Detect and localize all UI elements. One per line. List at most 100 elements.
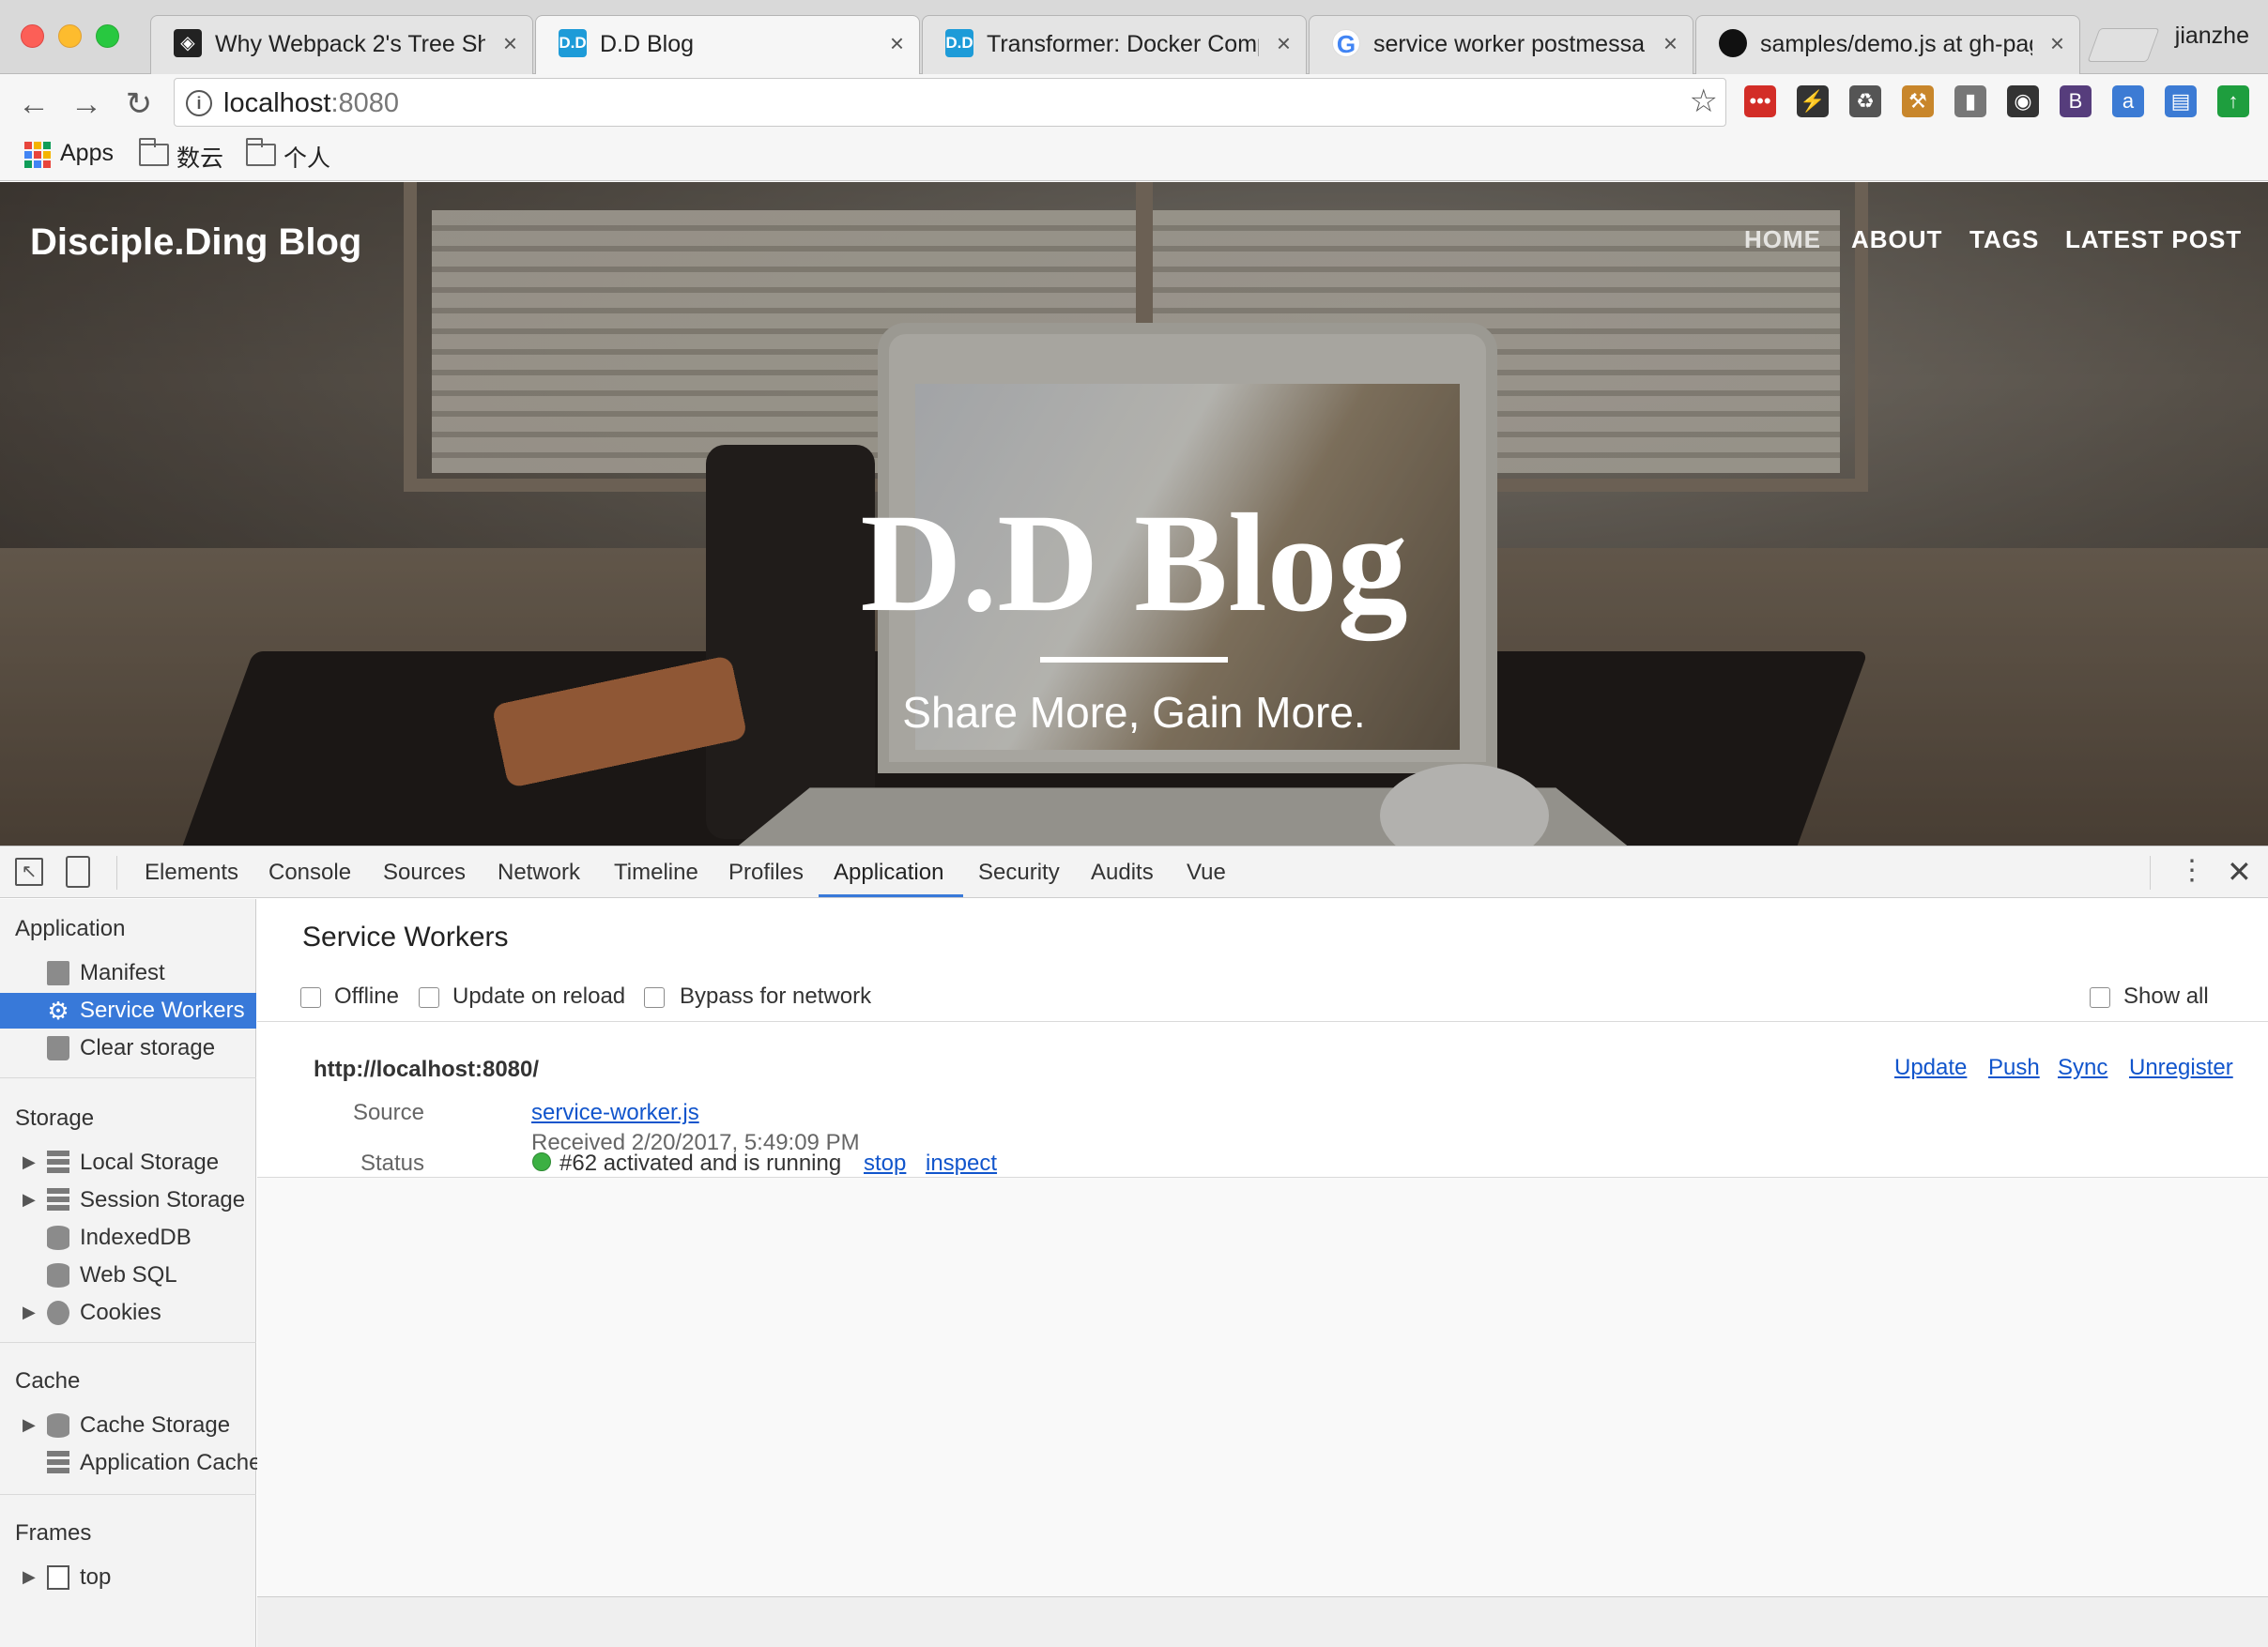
expand-arrow-icon[interactable]: ▶ [23, 1190, 36, 1210]
sidebar-item-cookies[interactable]: ▶ Cookies [0, 1295, 256, 1331]
sidebar-item-manifest[interactable]: Manifest [0, 955, 256, 991]
browser-tab[interactable]: ◈ Why Webpack 2's Tree Sha × [150, 15, 533, 74]
sync-link[interactable]: Sync [2058, 1055, 2107, 1081]
tab-sources[interactable]: Sources [383, 860, 466, 886]
hero-subtitle: Share More, Gain More. [902, 688, 1366, 737]
mask-icon[interactable]: ◉ [2007, 85, 2039, 117]
bypass-for-network-label: Bypass for network [680, 984, 872, 1009]
forward-arrow-icon[interactable]: → [66, 84, 107, 125]
nav-about-link[interactable]: ABOUT [1851, 225, 1942, 254]
reload-icon[interactable]: ↻ [118, 84, 160, 125]
expand-arrow-icon[interactable]: ▶ [23, 1303, 36, 1322]
tab-network[interactable]: Network [498, 860, 580, 886]
minimize-window-button[interactable] [58, 24, 82, 48]
sidebar-divider [0, 1342, 256, 1343]
device-toolbar-icon[interactable] [66, 856, 90, 888]
service-workers-pane: Service Workers Offline Update on reload… [257, 899, 2268, 1647]
nav-home-link[interactable]: HOME [1744, 225, 1821, 254]
bookmark-folder[interactable]: 个人 [284, 140, 330, 174]
expand-arrow-icon[interactable]: ▶ [23, 1152, 36, 1172]
browser-tab[interactable]: D.D Transformer: Docker Comp × [922, 15, 1307, 74]
sidebar-divider [0, 1077, 256, 1078]
tab-close-icon[interactable]: × [503, 29, 517, 58]
upload-icon[interactable]: ↑ [2217, 85, 2249, 117]
inspect-element-icon[interactable]: ↖ [15, 858, 43, 886]
recycle-icon[interactable]: ♻ [1849, 85, 1881, 117]
webpack-icon: ◈ [174, 29, 202, 57]
sidebar-item-indexeddb[interactable]: IndexedDB [0, 1220, 256, 1256]
info-icon[interactable]: i [186, 90, 212, 116]
unregister-link[interactable]: Unregister [2129, 1055, 2233, 1081]
browser-toolbar: ← → ↻ i localhost:8080 ☆ ••• ⚡ ♻ ⚒ ▮ ◉ Ba ▤ ↑ [0, 74, 2268, 132]
table-icon [47, 1451, 69, 1475]
hammer-icon[interactable]: ⚒ [1902, 85, 1934, 117]
devtools-tab-bar: ↖ Elements Console Sources Network Timeline P… [0, 846, 2268, 898]
more-options-icon[interactable]: ⋮ [2178, 854, 2206, 887]
tab-close-icon[interactable]: × [890, 29, 904, 58]
nav-tags-link[interactable]: TAGS [1969, 225, 2039, 254]
profile-name[interactable]: jianzhe [2175, 23, 2249, 50]
tab-elements[interactable]: Elements [145, 860, 238, 886]
nav-latest-post-link[interactable]: LATEST POST [2065, 225, 2242, 254]
table-icon [47, 1188, 69, 1212]
folder-icon [139, 138, 169, 166]
show-all-checkbox[interactable] [2090, 987, 2110, 1008]
database-icon [47, 1263, 69, 1288]
lightning-icon[interactable]: ⚡ [1797, 85, 1829, 117]
bootstrap-icon[interactable]: B [2060, 85, 2092, 117]
push-link[interactable]: Push [1988, 1055, 2040, 1081]
sidebar-item-label: Manifest [80, 960, 165, 985]
sidebar-item-cache-storage[interactable]: ▶ Cache Storage [0, 1408, 256, 1443]
zoom-window-button[interactable] [96, 24, 119, 48]
update-on-reload-checkbox[interactable] [419, 987, 439, 1008]
bookmark-folder[interactable]: 数云 [176, 140, 223, 174]
window-icon[interactable]: ▤ [2165, 85, 2197, 117]
sidebar-item-service-workers[interactable]: ⚙ Service Workers [0, 993, 256, 1029]
browser-tab-active[interactable]: D.D D.D Blog × [535, 15, 920, 75]
tab-separator [2150, 856, 2151, 890]
close-devtools-icon[interactable]: ✕ [2227, 854, 2252, 890]
tab-close-icon[interactable]: × [1277, 29, 1291, 58]
address-url: localhost:8080 [223, 88, 400, 118]
tab-profiles[interactable]: Profiles [728, 860, 804, 886]
close-window-button[interactable] [21, 24, 44, 48]
lastpass-icon[interactable]: ••• [1744, 85, 1776, 117]
new-tab-button[interactable] [2087, 28, 2160, 62]
expand-arrow-icon[interactable]: ▶ [23, 1415, 36, 1435]
sidebar-item-top[interactable]: ▶ top [0, 1560, 256, 1595]
sidebar-item-session-storage[interactable]: ▶ Session Storage [0, 1182, 256, 1218]
address-bar[interactable]: i localhost:8080 ☆ [174, 78, 1726, 127]
sidebar-item-application-cache[interactable]: Application Cache [0, 1445, 261, 1481]
tab-close-icon[interactable]: × [2050, 29, 2064, 58]
update-link[interactable]: Update [1894, 1055, 1967, 1081]
offline-checkbox[interactable] [300, 987, 321, 1008]
sidebar-item-clear-storage[interactable]: Clear storage [0, 1030, 256, 1066]
inspect-link[interactable]: inspect [926, 1151, 997, 1177]
tab-timeline[interactable]: Timeline [614, 860, 698, 886]
browser-tab[interactable]: samples/demo.js at gh-pag × [1695, 15, 2080, 74]
tab-console[interactable]: Console [268, 860, 351, 886]
sidebar-item-local-storage[interactable]: ▶ Local Storage [0, 1145, 256, 1181]
bypass-for-network-checkbox[interactable] [644, 987, 665, 1008]
translate-icon[interactable]: a [2112, 85, 2144, 117]
tab-application[interactable]: Application [834, 860, 943, 886]
back-arrow-icon[interactable]: ← [13, 84, 54, 125]
sidebar-item-label: IndexedDB [80, 1225, 192, 1250]
expand-arrow-icon[interactable]: ▶ [23, 1567, 36, 1587]
columns-icon[interactable]: ▮ [1954, 85, 1986, 117]
site-brand-link[interactable]: Disciple.Ding Blog [30, 221, 361, 264]
tab-security[interactable]: Security [978, 860, 1060, 886]
tab-close-icon[interactable]: × [1663, 29, 1678, 58]
gear-icon: ⚙ [47, 997, 69, 1025]
application-sidebar: Application Manifest ⚙ Service Workers Clear… [0, 899, 261, 1647]
tab-vue[interactable]: Vue [1187, 860, 1226, 886]
source-file-link[interactable]: service-worker.js [531, 1100, 699, 1126]
browser-tab[interactable]: G service worker postmessag × [1309, 15, 1693, 74]
sidebar-item-label: Web SQL [80, 1262, 177, 1288]
sidebar-item-web-sql[interactable]: Web SQL [0, 1258, 256, 1293]
stop-link[interactable]: stop [864, 1151, 906, 1177]
tab-title: Why Webpack 2's Tree Sha [215, 31, 485, 57]
bookmark-star-icon[interactable]: ☆ [1690, 83, 1718, 120]
tab-audits[interactable]: Audits [1091, 860, 1154, 886]
bookmark-apps[interactable]: Apps [60, 140, 114, 167]
